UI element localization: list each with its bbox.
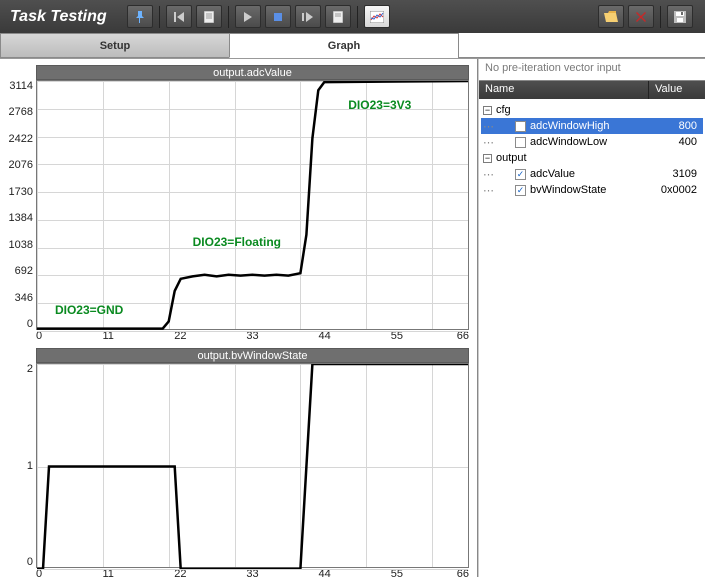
stop-icon <box>273 12 283 22</box>
tree-label: cfg <box>496 104 511 116</box>
series-line <box>37 81 468 331</box>
separator <box>660 6 661 28</box>
tree-label: bvWindowState <box>530 184 606 196</box>
collapse-toggle[interactable]: − <box>483 106 492 115</box>
tabs: Setup Graph <box>0 33 705 59</box>
separator <box>228 6 229 28</box>
y-axis: 210 <box>4 363 36 568</box>
tree-label: output <box>496 152 527 164</box>
separator <box>159 6 160 28</box>
chart-annotation: DIO23=Floating <box>193 235 281 249</box>
tab-graph[interactable]: Graph <box>229 33 459 58</box>
chart-annotation: DIO23=3V3 <box>348 98 411 112</box>
doc1-button[interactable] <box>196 5 222 28</box>
checkbox[interactable]: ✓ <box>515 169 526 180</box>
plot-title: output.adcValue <box>36 65 469 80</box>
chart-annotation: DIO23=GND <box>55 303 123 317</box>
collapse-toggle[interactable]: − <box>483 154 492 163</box>
tree-label: adcWindowLow <box>530 136 607 148</box>
tree-value: 800 <box>679 120 703 132</box>
tree-node-cfg[interactable]: −cfg <box>481 102 703 118</box>
x-axis: 0112233445566 <box>36 330 469 344</box>
pin-button[interactable] <box>127 5 153 28</box>
save-button[interactable] <box>667 5 693 28</box>
open-button[interactable] <box>598 5 624 28</box>
delete-icon <box>636 12 646 22</box>
plot-0: output.adcValue3114276824222076173013841… <box>2 63 477 346</box>
checkbox[interactable] <box>515 137 526 148</box>
tree-item-bvWindowState[interactable]: ⋯ ✓ bvWindowState 0x0002 <box>481 182 703 198</box>
plots-panel: output.adcValue3114276824222076173013841… <box>0 59 478 577</box>
tree-connector: ⋯ <box>483 120 493 133</box>
pin-icon <box>134 11 146 23</box>
chart-area[interactable] <box>36 363 469 568</box>
step-icon <box>302 12 314 22</box>
tab-filler <box>458 33 705 58</box>
tree-connector: ⋯ <box>483 184 493 197</box>
tree-item-adcWindowHigh[interactable]: ⋯ adcWindowHigh 800 <box>481 118 703 134</box>
tree-connector: ⋯ <box>483 168 493 181</box>
checkbox[interactable] <box>515 121 526 132</box>
tree-header: Name Value <box>479 81 705 99</box>
titlebar: Task Testing <box>0 0 705 33</box>
right-panel: No pre-iteration vector input Name Value… <box>478 59 705 577</box>
app-title: Task Testing <box>10 8 107 26</box>
doc2-button[interactable] <box>325 5 351 28</box>
plot-1: output.bvWindowState2100112233445566 <box>2 346 477 584</box>
y-axis: 31142768242220761730138410386923460 <box>4 80 36 330</box>
save-icon <box>674 11 686 23</box>
tree-connector: ⋯ <box>483 136 493 149</box>
tree-item-adcValue[interactable]: ⋯ ✓ adcValue 3109 <box>481 166 703 182</box>
delete-button[interactable] <box>628 5 654 28</box>
tree-header-value[interactable]: Value <box>649 81 705 99</box>
stop-button[interactable] <box>265 5 291 28</box>
tree-label: adcWindowHigh <box>530 120 609 132</box>
separator <box>357 6 358 28</box>
tree-item-adcWindowLow[interactable]: ⋯ adcWindowLow 400 <box>481 134 703 150</box>
tree-label: adcValue <box>530 168 575 180</box>
tree-value: 3109 <box>673 168 703 180</box>
tree-value: 400 <box>679 136 703 148</box>
play-icon <box>243 12 253 22</box>
x-axis: 0112233445566 <box>36 568 469 582</box>
tree-view[interactable]: −cfg⋯adcWindowHigh800⋯adcWindowLow400−ou… <box>479 99 705 201</box>
document-icon <box>333 11 343 23</box>
chart-icon <box>370 11 384 23</box>
series-line <box>37 364 468 569</box>
checkbox[interactable]: ✓ <box>515 185 526 196</box>
vector-input[interactable]: No pre-iteration vector input <box>479 59 705 81</box>
chart-area[interactable]: DIO23=GND DIO23=Floating DIO23=3V3 <box>36 80 469 330</box>
tree-value: 0x0002 <box>661 184 703 196</box>
play-button[interactable] <box>235 5 261 28</box>
skip-start-button[interactable] <box>166 5 192 28</box>
tab-setup[interactable]: Setup <box>0 33 230 58</box>
chart-button[interactable] <box>364 5 390 28</box>
plot-title: output.bvWindowState <box>36 348 469 363</box>
document-icon <box>204 11 214 23</box>
step-button[interactable] <box>295 5 321 28</box>
skip-back-icon <box>174 12 184 22</box>
tree-node-output[interactable]: −output <box>481 150 703 166</box>
tree-header-name[interactable]: Name <box>479 81 649 99</box>
open-folder-icon <box>604 11 618 22</box>
